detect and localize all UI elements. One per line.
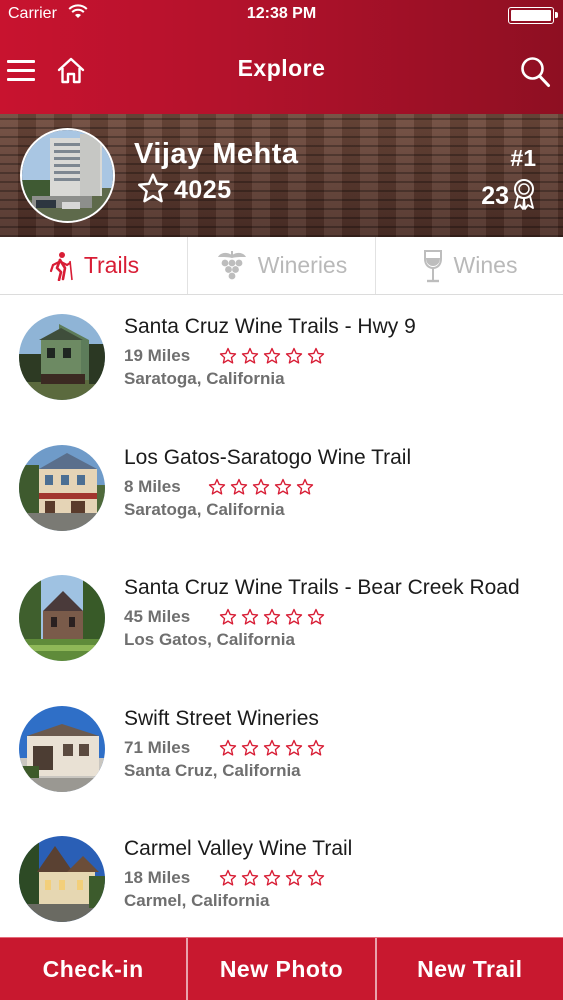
trail-distance: 19 Miles bbox=[124, 346, 191, 365]
rank-value: #1 bbox=[510, 145, 536, 171]
trail-name: Los Gatos-Saratogo Wine Trail bbox=[124, 445, 412, 469]
header: Carrier 12:38 PM Explore bbox=[0, 0, 563, 114]
star-icon bbox=[138, 173, 168, 203]
star-icon bbox=[307, 869, 325, 886]
trail-thumbnail bbox=[19, 444, 105, 531]
tab-wines[interactable]: Wines bbox=[376, 237, 563, 294]
bottom-action-bar: Check-in New Photo New Trail bbox=[0, 937, 563, 1000]
list-item[interactable]: Santa Cruz Wine Trails - Bear Creek Road… bbox=[0, 556, 563, 687]
star-icon bbox=[219, 608, 237, 625]
star-icon bbox=[285, 869, 303, 886]
search-icon[interactable] bbox=[519, 55, 551, 89]
trail-thumbnail bbox=[19, 314, 105, 400]
trail-name: Santa Cruz Wine Trails - Bear Creek Road bbox=[124, 576, 520, 599]
trail-distance: 8 Miles bbox=[124, 476, 181, 496]
star-icon bbox=[274, 478, 292, 495]
star-icon bbox=[252, 478, 270, 495]
star-icon bbox=[219, 739, 237, 756]
hiker-icon bbox=[49, 251, 73, 281]
points-value: 4025 bbox=[174, 176, 232, 204]
trail-distance: 45 Miles bbox=[124, 607, 191, 626]
star-icon bbox=[307, 347, 325, 364]
tab-wines-label: Wines bbox=[453, 252, 518, 278]
rating-stars bbox=[208, 478, 318, 496]
trail-list: Santa Cruz Wine Trails - Hwy 9 19 Miles … bbox=[0, 295, 563, 948]
tab-wineries-label: Wineries bbox=[257, 252, 348, 278]
trail-name: Swift Street Wineries bbox=[124, 706, 319, 730]
new-trail-button[interactable]: New Trail bbox=[377, 938, 563, 1000]
list-item[interactable]: Los Gatos-Saratogo Wine Trail 8 Miles Sa… bbox=[0, 426, 563, 557]
status-bar: Carrier 12:38 PM bbox=[0, 0, 563, 30]
star-icon bbox=[307, 608, 325, 625]
rating-stars bbox=[219, 869, 329, 887]
user-name: Vijay Mehta bbox=[134, 138, 299, 170]
star-icon bbox=[219, 869, 237, 886]
star-icon bbox=[263, 739, 281, 756]
trail-distance: 18 Miles bbox=[124, 868, 191, 887]
star-icon bbox=[263, 608, 281, 625]
tab-wineries[interactable]: Wineries bbox=[188, 237, 376, 294]
star-icon bbox=[219, 347, 237, 364]
badge-count: 23 bbox=[481, 182, 509, 210]
trail-location: Saratoga, California bbox=[124, 369, 285, 388]
star-icon bbox=[241, 347, 259, 364]
rating-stars bbox=[219, 739, 329, 757]
star-icon bbox=[296, 478, 314, 495]
star-icon bbox=[241, 608, 259, 625]
list-item[interactable]: Carmel Valley Wine Trail 18 Miles Carmel… bbox=[0, 817, 563, 948]
trail-thumbnail bbox=[19, 575, 105, 661]
status-time: 12:38 PM bbox=[246, 5, 317, 22]
star-icon bbox=[263, 347, 281, 364]
star-icon bbox=[208, 478, 226, 495]
star-icon bbox=[241, 739, 259, 756]
star-icon bbox=[307, 739, 325, 756]
battery-icon bbox=[508, 7, 558, 24]
wine-glass-icon bbox=[423, 249, 442, 282]
list-item[interactable]: Swift Street Wineries 71 Miles Santa Cru… bbox=[0, 687, 563, 818]
star-icon bbox=[285, 347, 303, 364]
trail-name: Santa Cruz Wine Trails - Hwy 9 bbox=[124, 315, 416, 338]
avatar[interactable] bbox=[20, 128, 115, 223]
profile-banner: Vijay Mehta 4025 #1 23 bbox=[0, 114, 563, 237]
rating-stars bbox=[219, 608, 329, 626]
star-icon bbox=[263, 869, 281, 886]
trail-location: Los Gatos, California bbox=[124, 630, 295, 649]
tab-bar: Trails Wineries Wines bbox=[0, 237, 563, 295]
trail-thumbnail bbox=[19, 705, 105, 792]
grapes-icon bbox=[217, 250, 246, 279]
checkin-button[interactable]: Check-in bbox=[0, 938, 189, 1000]
trail-name: Carmel Valley Wine Trail bbox=[124, 837, 353, 860]
star-icon bbox=[285, 608, 303, 625]
tab-trails[interactable]: Trails bbox=[0, 237, 188, 294]
trail-location: Saratoga, California bbox=[124, 499, 285, 519]
page-title: Explore bbox=[237, 55, 326, 81]
trail-distance: 71 Miles bbox=[124, 737, 191, 757]
star-icon bbox=[241, 869, 259, 886]
trail-location: Santa Cruz, California bbox=[124, 760, 301, 780]
list-item[interactable]: Santa Cruz Wine Trails - Hwy 9 19 Miles … bbox=[0, 295, 563, 426]
star-icon bbox=[285, 739, 303, 756]
new-photo-button[interactable]: New Photo bbox=[188, 938, 377, 1000]
rating-stars bbox=[219, 347, 329, 365]
star-icon bbox=[230, 478, 248, 495]
trail-location: Carmel, California bbox=[124, 891, 270, 910]
trail-thumbnail bbox=[19, 836, 105, 922]
tab-trails-label: Trails bbox=[83, 252, 140, 278]
award-icon bbox=[514, 179, 534, 210]
